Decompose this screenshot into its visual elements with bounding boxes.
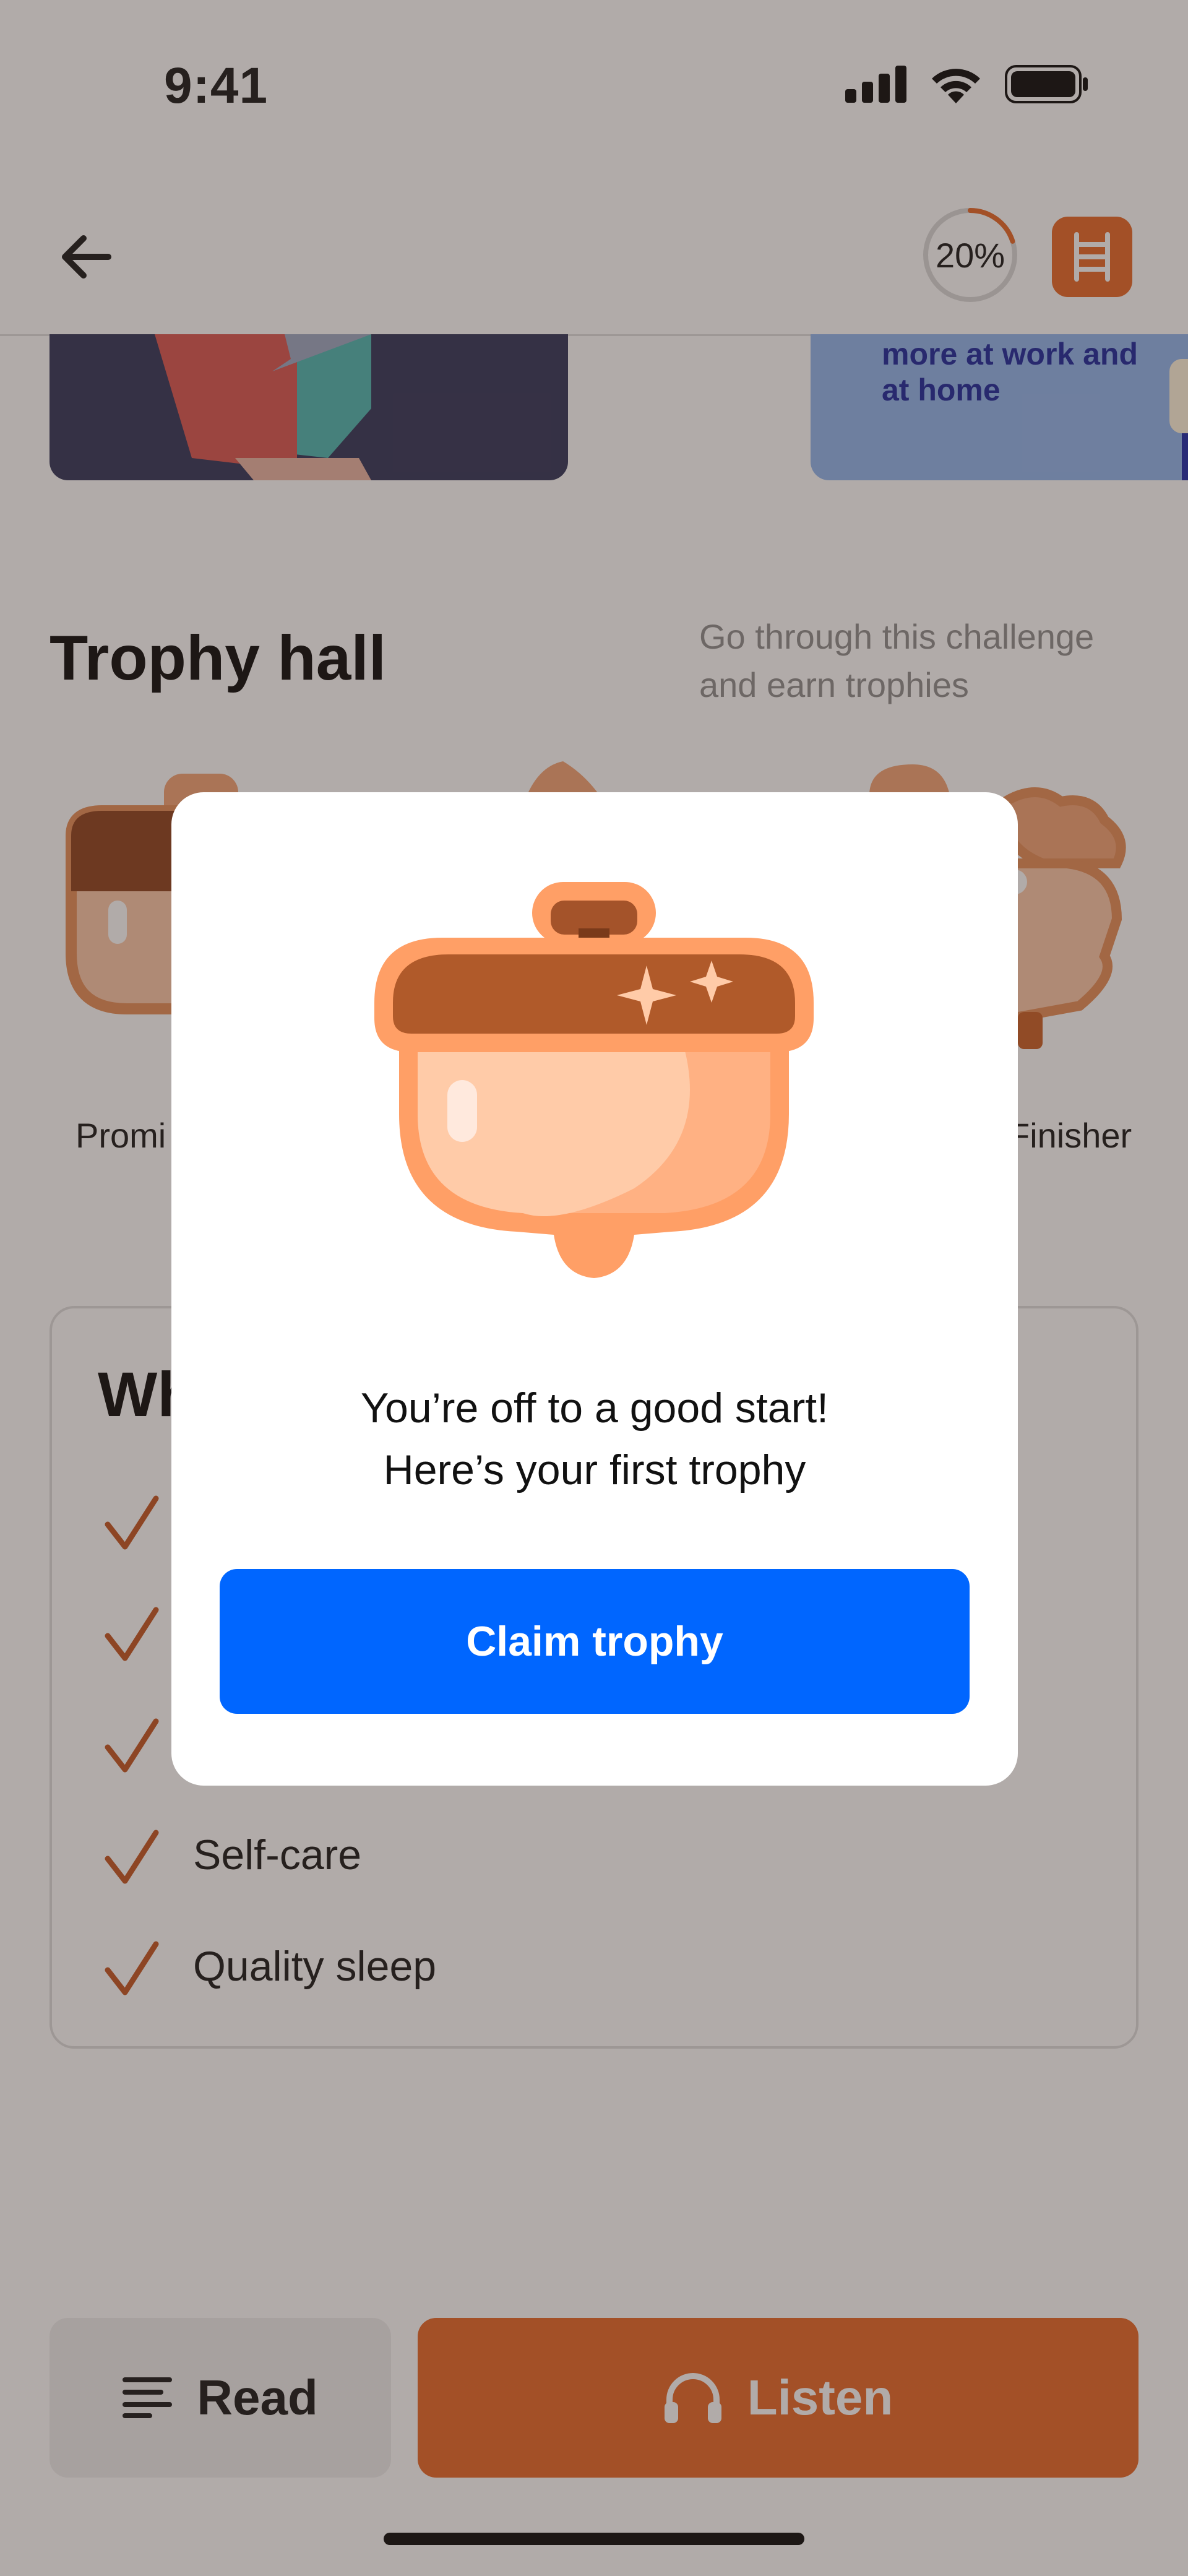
modal-message: You’re off to a good start! Here’s your … <box>171 1377 1018 1501</box>
claim-trophy-button[interactable]: Claim trophy <box>220 1569 970 1714</box>
modal-message-line1: You’re off to a good start! <box>360 1385 829 1432</box>
modal-message-line2: Here’s your first trophy <box>383 1446 806 1493</box>
acorn-trophy-icon <box>374 882 814 1278</box>
